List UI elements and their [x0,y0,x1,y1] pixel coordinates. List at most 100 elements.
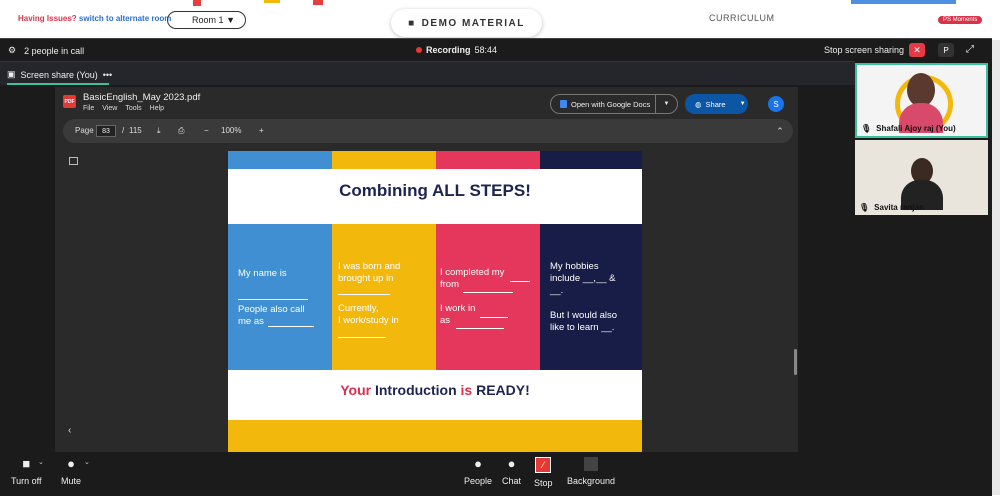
col4-line1: My hobbies [550,261,599,272]
camera-button[interactable]: ■ Turn off [11,456,42,487]
chat-button[interactable]: ● Chat [502,456,522,487]
demo-label: DEMO MATERIAL [421,17,525,29]
print-icon[interactable]: ⎙ [178,126,184,136]
col4-line5: like to learn __. [550,322,615,333]
microphone-icon: 🎙 [861,124,872,133]
expand-icon[interactable]: ⤢ [966,44,974,55]
zoom-out-icon[interactable]: − [204,126,209,135]
color-strip [332,151,436,169]
chevron-up-icon[interactable]: ⌃ [768,119,792,143]
chevron-down-icon[interactable]: ▼ [655,95,677,113]
alternate-room-link[interactable]: switch to alternate room [79,14,171,23]
background-button[interactable]: Background [567,457,615,486]
people-count: 2 people in call [24,45,85,56]
menu-file[interactable]: File [83,105,94,112]
stop-label: Stop [534,478,553,488]
chevron-down-icon[interactable]: ⌄ [84,458,90,466]
call-bar: ⚙ 2 people in call Recording 58:44 Stop … [0,39,992,61]
viewer-scrollbar[interactable] [794,349,797,375]
recording-time: 58:44 [474,45,498,55]
active-tab-indicator [7,83,109,85]
mute-label: Mute [61,476,82,486]
zoom-in-icon[interactable]: + [259,126,264,135]
stop-button[interactable]: ⁄ Stop [534,457,553,488]
blank-line [510,269,530,282]
chat-icon: ● [507,456,516,471]
microphone-icon: 🎙 [859,203,870,212]
open-gdocs-label: Open with Google Docs [571,99,651,109]
column-born: I was born and brought up in Currently, … [332,224,436,370]
more-icon[interactable]: ••• [103,70,112,80]
page-scrollbar[interactable] [992,40,1000,495]
col4-line2: include __,__ & [550,273,616,284]
demo-material-button[interactable]: ■ DEMO MATERIAL [391,9,542,37]
slide-page: Combining ALL STEPS! My name is People a… [228,151,642,447]
stop-sharing-label[interactable]: Stop screen sharing [824,45,904,55]
col2-line3: Currently, [338,303,379,314]
share-tab-label: Screen share (You) [20,69,98,80]
pdf-toolbar: Page 83 / 115 ⤓ ⎙ − 100% + [63,119,793,143]
camera-label: Turn off [11,476,42,486]
decor-shape [313,0,323,5]
chevron-left-icon[interactable]: ‹ [68,425,71,436]
curriculum-link[interactable]: CURRICULUM [709,13,775,23]
background-label: Background [567,476,616,486]
thumbnail-icon[interactable] [69,157,78,165]
people-button[interactable]: ● People [464,457,493,487]
col4-line3: __. [550,285,564,296]
top-header: Having Issues? switch to alternate room … [0,0,1000,40]
avatar[interactable]: S [768,96,784,112]
ps-moments-badge[interactable]: PS Moments [938,16,983,24]
camera-icon: ■ [22,456,31,471]
people-label: People [464,476,493,486]
chevron-down-icon: ▼ [226,15,235,25]
participant-tile[interactable]: 🎙 Savita ranjan [855,140,988,215]
file-menu: File View Tools Help [83,105,164,112]
col1-line3: me as [238,316,264,327]
participant-video [907,73,935,107]
col1-line1: My name is [238,268,287,279]
issue-text: Having Issues? [18,14,77,23]
col3-line4: as [440,315,451,326]
blank-line [338,282,390,295]
page-total: 115 [129,126,142,135]
globe-icon: ◍ [695,99,702,109]
participant-name-text: Savita ranjan [874,203,924,212]
col2-line1: I was born and [338,261,401,272]
room-select[interactable]: Room 1 ▼ [167,11,246,29]
participant-tile-self[interactable]: 🎙 Shafali Ajoy raj (You) [855,63,988,138]
page-input[interactable]: 83 [96,125,116,137]
col3-line1: I completed my [440,267,505,278]
decor-bar [851,0,956,4]
gear-icon[interactable]: ⚙ [8,45,16,56]
col3-line2: from [440,279,459,290]
color-strip [228,151,332,169]
screen-share-icon: ▣ [7,69,16,79]
column-name: My name is People also call me as [228,224,332,370]
share-label: Share [705,99,726,109]
chat-label: Chat [502,476,522,486]
col4-line4: But I would also [550,310,618,321]
call-info: ⚙ 2 people in call [8,45,84,56]
participant-name: 🎙 Shafali Ajoy raj (You) [861,124,956,133]
menu-help[interactable]: Help [150,105,164,112]
stop-sharing-button[interactable]: ✕ [909,43,925,57]
download-icon[interactable]: ⤓ [157,126,161,136]
menu-view[interactable]: View [102,105,117,112]
next-slide-preview [228,420,642,452]
pdf-viewer: PDF BasicEnglish_May 2023.pdf File View … [55,87,798,452]
open-with-google-docs-button[interactable]: Open with Google Docs ▼ [550,94,678,114]
footer-word: READY! [476,382,530,398]
mute-button[interactable]: ● Mute [61,457,82,487]
column-hobbies: My hobbies include __,__ & __. But I wou… [540,224,642,370]
folder-icon: ■ [408,17,416,29]
slide-footer: Your Introduction is READY! [228,382,642,398]
menu-tools[interactable]: Tools [125,105,141,112]
screen-share-tab[interactable]: ▣ Screen share (You) ••• [7,69,112,80]
record-dot-icon [416,47,422,53]
p-button[interactable]: P [938,43,954,57]
col3-line3: I work in [440,303,476,314]
chevron-down-icon[interactable]: ⌄ [38,458,44,466]
decor-shape [193,0,201,6]
share-button[interactable]: ◍ Share ▼ [685,94,748,114]
